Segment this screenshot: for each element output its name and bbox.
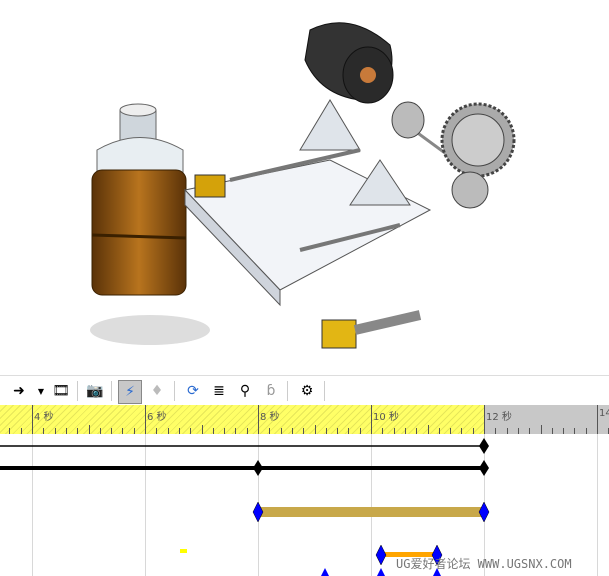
save-animation-icon[interactable]: 🎞 <box>50 380 72 402</box>
ruler-tick <box>145 405 146 434</box>
time-label: 8 秒 <box>260 412 280 423</box>
change-bar <box>258 507 484 517</box>
time-label: 6 秒 <box>147 412 167 423</box>
ruler-tick <box>597 405 598 434</box>
ruler-tick <box>32 405 33 434</box>
time-label: 12 秒 <box>486 412 512 423</box>
steam-engine-model <box>90 22 516 349</box>
ruler-tick <box>88 425 90 434</box>
ruler-tick <box>258 405 259 434</box>
gravity-icon[interactable]: ɓ <box>260 380 282 402</box>
time-label: 14 <box>599 408 609 419</box>
motion-study-properties-icon[interactable]: 📷 <box>84 380 106 402</box>
chevron-down-icon[interactable]: ▼ <box>30 380 52 402</box>
ruler-tick <box>484 405 485 434</box>
graphics-area[interactable] <box>0 0 609 375</box>
contact-icon[interactable]: ⚲ <box>234 380 256 402</box>
key-point <box>478 501 490 523</box>
ruler-tick <box>201 425 203 434</box>
motion-toolbar: ➜ ▼ 🎞 📷 ⚡ ♦ ⟳ ≣ ⚲ ɓ ⚙ <box>0 375 609 406</box>
watermark: UG爱好者论坛 WWW.UGSNX.COM <box>396 557 572 571</box>
ruler-tick <box>540 425 542 434</box>
gear-icon[interactable]: ⚙ <box>296 380 318 402</box>
autokey-icon[interactable]: ⚡ <box>118 380 142 404</box>
add-key-icon[interactable]: ♦ <box>146 380 168 402</box>
change-bar <box>180 549 187 553</box>
motor-icon[interactable]: ⟳ <box>182 380 204 402</box>
key-point <box>375 544 387 566</box>
arrow-right-icon[interactable]: ➜ <box>8 380 30 402</box>
key-point <box>479 438 489 454</box>
ruler-tick <box>371 405 372 434</box>
key-point <box>377 568 385 576</box>
ruler-tick <box>314 425 316 434</box>
timeline-ruler[interactable]: 4 秒 6 秒 8 秒 10 秒 12 秒 14 <box>0 405 609 434</box>
key-point <box>479 460 489 476</box>
time-label: 4 秒 <box>34 412 54 423</box>
spring-icon[interactable]: ≣ <box>208 380 230 402</box>
time-label: 10 秒 <box>373 412 399 423</box>
key-point <box>252 501 264 523</box>
key-point <box>253 460 263 476</box>
key-point <box>321 568 329 576</box>
ruler-tick <box>427 425 429 434</box>
